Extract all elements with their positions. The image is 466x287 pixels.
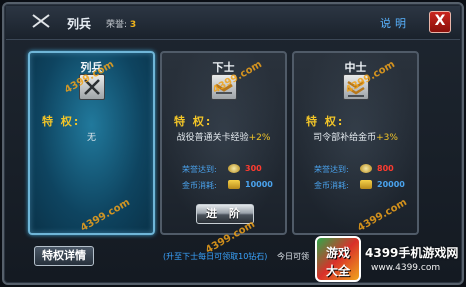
gold-cost-label: 金币消耗: [182, 181, 217, 190]
daily-claim-note: 今日可领 [277, 252, 309, 261]
honor-requirement-value: 300 [245, 164, 262, 173]
gold-coins-icon [360, 180, 372, 189]
gold-cost-label: 金币消耗: [314, 181, 349, 190]
privilege-text: 司令部补给金币+3% [313, 133, 398, 143]
medal-icon [360, 164, 372, 173]
privilege-bonus: +3% [376, 133, 398, 143]
rank-card-title: 下士 [212, 61, 235, 74]
honor-value: 3 [129, 20, 137, 30]
site-url: www.4399.com [371, 263, 441, 273]
gold-cost-value: 20000 [377, 180, 405, 189]
privilege-text: 战役普通关卡经验+2% [176, 133, 271, 143]
gold-cost-value: 10000 [245, 180, 273, 189]
privilege-bonus: +2% [248, 133, 271, 143]
honor-label: 荣誉: [106, 20, 128, 30]
site-logo: 游戏 大全 4399手机游戏网 www.4399.com [315, 236, 465, 284]
honor-requirement-label: 荣誉达到: [182, 165, 217, 174]
rank-card-title: 中士 [344, 61, 367, 74]
privilege-label: 特 权: [306, 115, 345, 128]
medal-icon [228, 164, 240, 173]
crossed-swords-icon [32, 14, 50, 28]
help-link[interactable]: 说明 [380, 15, 410, 31]
privilege-label: 特 权: [174, 115, 213, 128]
logo-badge: 游戏 大全 [315, 236, 361, 282]
site-name: 4399手机游戏网 [365, 246, 459, 260]
dialog-title: 列兵 [67, 17, 92, 31]
close-button[interactable]: X [429, 11, 451, 33]
privilege-label: 特 权: [42, 115, 81, 128]
honor-display: 荣誉: 3 [106, 17, 136, 30]
honor-requirement-label: 荣誉达到: [314, 165, 349, 174]
privilege-details-button[interactable]: 特权详情 [34, 246, 94, 266]
privilege-text: 无 [86, 133, 96, 143]
gold-coins-icon [228, 180, 240, 189]
honor-requirement-value: 800 [377, 164, 394, 173]
